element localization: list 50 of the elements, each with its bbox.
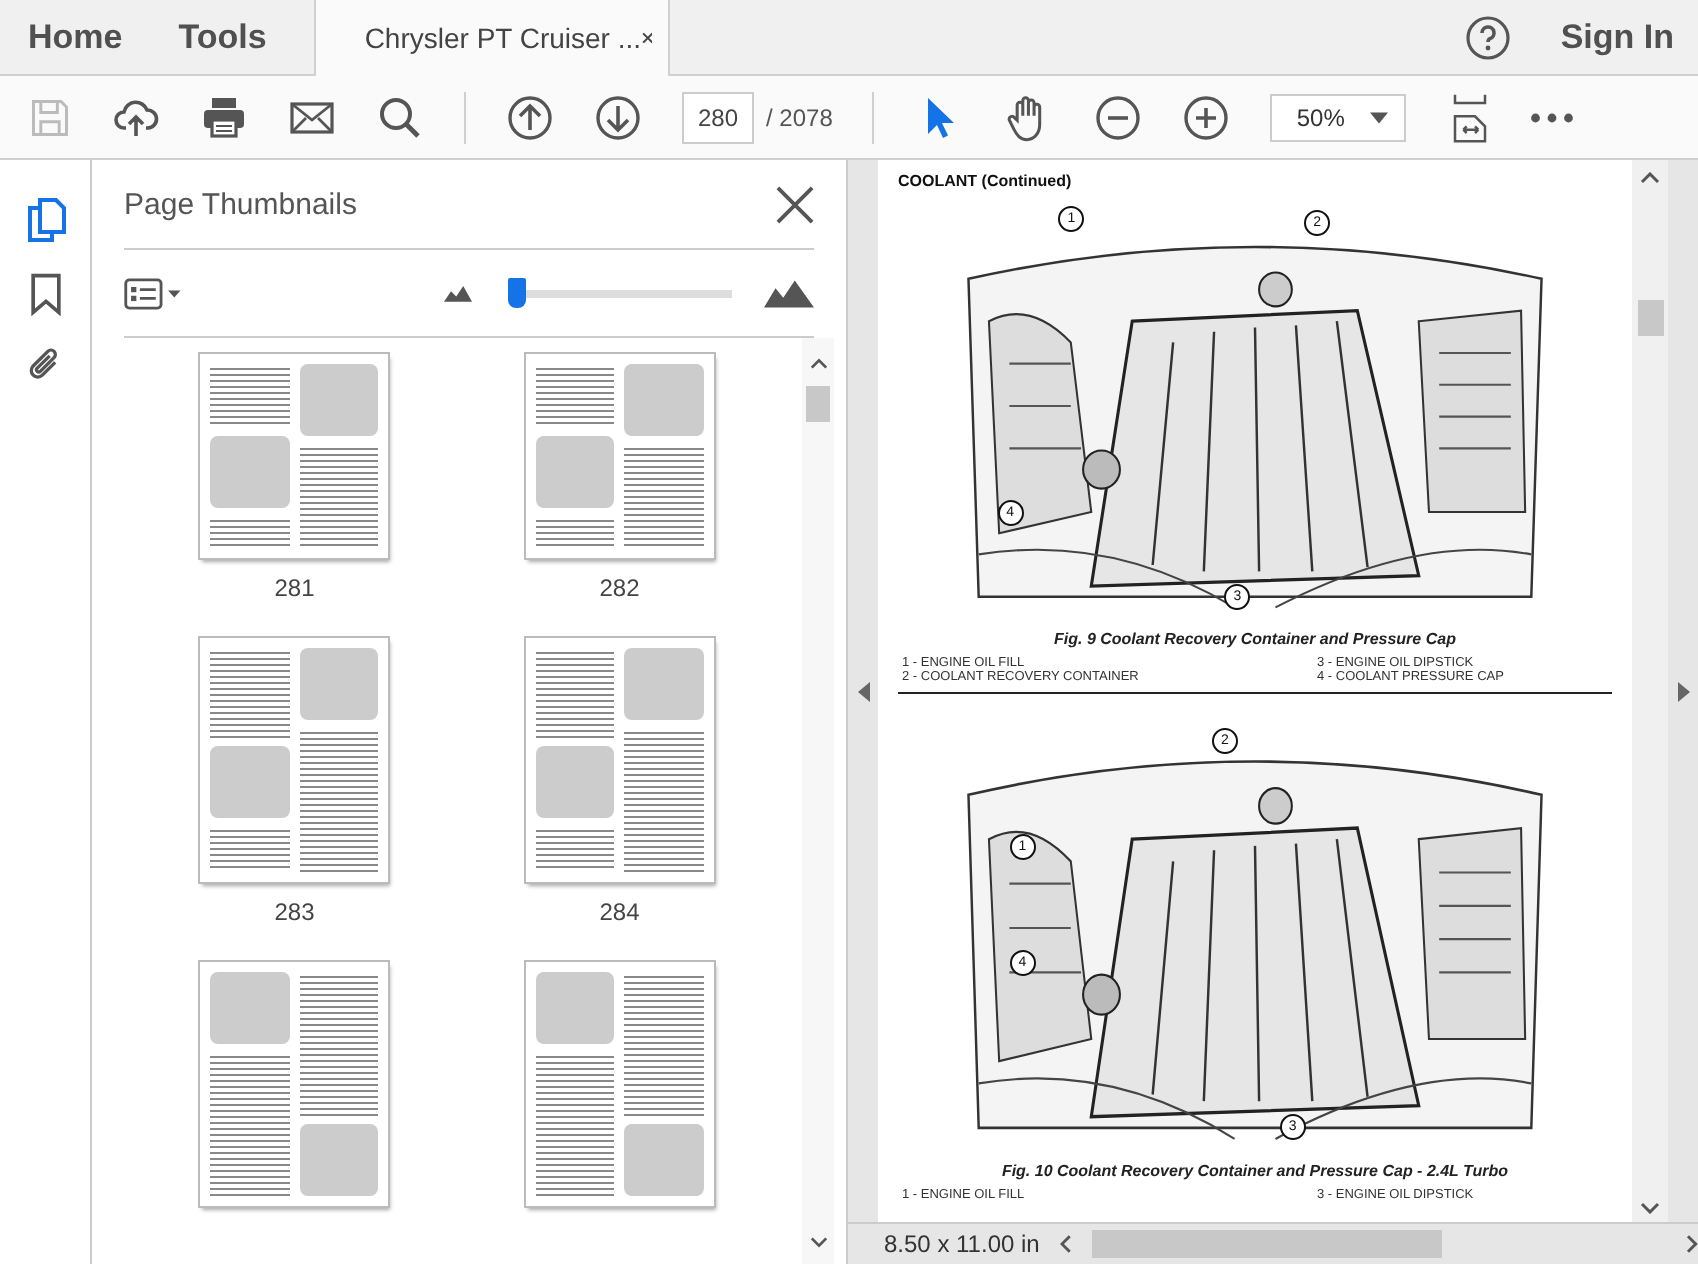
document-tab[interactable]: Chrysler PT Cruiser ... (314, 0, 671, 76)
scrollbar-thumb[interactable] (1637, 300, 1663, 336)
page-size-label: 8.50 x 11.00 in (884, 1230, 1040, 1258)
large-mountain-icon[interactable] (764, 279, 814, 307)
close-icon[interactable] (776, 185, 814, 223)
scrollbar-thumb[interactable] (1091, 1230, 1443, 1258)
options-menu-icon[interactable] (124, 277, 184, 309)
page-total: / 2078 (766, 103, 833, 131)
close-icon[interactable] (641, 28, 653, 48)
tab-title: Chrysler PT Cruiser ... (364, 22, 642, 54)
page-number-label: 281 (274, 574, 315, 602)
page-thumbnail[interactable] (200, 354, 389, 558)
help-icon[interactable] (1464, 13, 1513, 61)
page-number-label: 284 (599, 898, 640, 926)
page-thumbnail[interactable] (525, 638, 714, 882)
page-thumbnail[interactable] (200, 962, 389, 1206)
arrow-down-icon[interactable] (594, 93, 642, 141)
page-thumbnail[interactable] (200, 638, 389, 882)
zoom-dropdown[interactable]: 50% (1270, 93, 1407, 141)
panel-title: Page Thumbnails (124, 187, 357, 221)
figure-caption: Fig. 9 Coolant Recovery Container and Pressure Cap (1052, 630, 1458, 648)
page-thumbnail[interactable] (525, 354, 714, 558)
sign-in-link[interactable]: Sign In (1560, 17, 1674, 57)
expand-right-icon[interactable] (1677, 681, 1689, 701)
page-thumbnail[interactable] (525, 962, 714, 1206)
scroll-down-icon[interactable] (1640, 1202, 1660, 1214)
slider-thumb[interactable] (508, 277, 527, 307)
nav-tab[interactable]: Home (0, 0, 151, 74)
section-heading: COOLANT (Continued) (898, 172, 1074, 190)
scrollbar-thumb[interactable] (806, 386, 830, 422)
page-number-field[interactable]: 280 (682, 91, 754, 143)
scroll-up-icon[interactable] (1640, 172, 1660, 184)
small-mountain-icon[interactable] (444, 284, 472, 302)
arrow-up-icon[interactable] (506, 93, 554, 141)
expand-left-icon[interactable] (857, 681, 869, 701)
figure-caption: Fig. 10 Coolant Recovery Container and Pressure Cap - 2.4L Turbo (999, 1162, 1511, 1180)
scroll-up-icon[interactable] (809, 358, 827, 370)
scroll-left-icon[interactable] (1059, 1234, 1072, 1254)
page-number-label: 283 (274, 898, 315, 926)
scroll-down-icon[interactable] (809, 1236, 827, 1248)
print-icon[interactable] (200, 93, 248, 141)
nav-tab[interactable]: Tools (150, 0, 295, 74)
scroll-right-icon[interactable] (1686, 1234, 1698, 1254)
more-icon[interactable] (1530, 111, 1575, 123)
caret-icon (1370, 111, 1389, 123)
page-number-label: 282 (599, 574, 640, 602)
zoom-out-icon[interactable] (1094, 93, 1143, 141)
zoom-in-icon[interactable] (1182, 93, 1231, 141)
fit-page-icon[interactable] (1450, 89, 1491, 145)
search-icon[interactable] (376, 93, 424, 141)
